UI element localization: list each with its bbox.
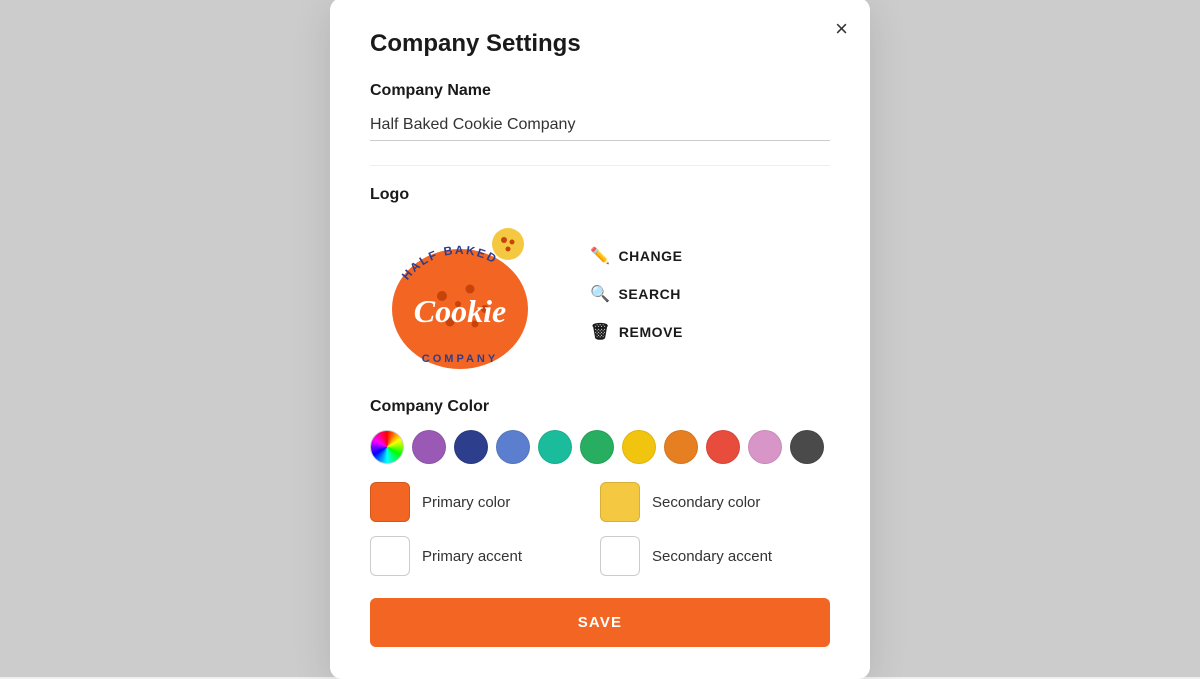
color-swatch-orange[interactable] [664, 430, 698, 464]
svg-text:COMPANY: COMPANY [422, 353, 498, 365]
color-swatch-purple[interactable] [412, 430, 446, 464]
primary-accent-box[interactable] [370, 536, 410, 576]
logo-actions: ✏️ CHANGE 🔍 SEARCH 🗑 REMOVE [590, 246, 683, 342]
svg-text:Cookie: Cookie [414, 293, 506, 329]
color-picker-row [370, 430, 830, 464]
logo-section-label: Logo [370, 186, 830, 204]
company-settings-modal: × Company Settings Company Name Logo [330, 0, 870, 679]
color-accent-row: Primary accent Secondary accent [370, 536, 830, 576]
logo-section: Cookie HALF BAKED [370, 214, 830, 374]
save-button[interactable]: SAVE [370, 598, 830, 647]
primary-color-item: Primary color [370, 482, 600, 522]
secondary-accent-item: Secondary accent [600, 536, 830, 576]
secondary-color-label: Secondary color [652, 494, 760, 511]
primary-accent-item: Primary accent [370, 536, 600, 576]
modal-title: Company Settings [370, 30, 830, 58]
primary-accent-label: Primary accent [422, 548, 522, 565]
remove-logo-button[interactable]: 🗑 REMOVE [590, 322, 683, 342]
search-logo-label: SEARCH [618, 286, 680, 302]
company-color-label: Company Color [370, 398, 830, 416]
color-swatch-pink[interactable] [748, 430, 782, 464]
color-swatch-dark-blue[interactable] [454, 430, 488, 464]
secondary-accent-box[interactable] [600, 536, 640, 576]
remove-logo-label: REMOVE [619, 324, 683, 340]
change-logo-button[interactable]: ✏️ CHANGE [590, 246, 683, 266]
color-swatch-rainbow[interactable] [370, 430, 404, 464]
color-swatch-dark-gray[interactable] [790, 430, 824, 464]
color-swatch-red[interactable] [706, 430, 740, 464]
change-logo-label: CHANGE [618, 248, 682, 264]
color-swatch-medium-blue[interactable] [496, 430, 530, 464]
pencil-icon: ✏️ [590, 246, 610, 266]
secondary-color-item: Secondary color [600, 482, 830, 522]
color-swatch-yellow[interactable] [622, 430, 656, 464]
close-button[interactable]: × [835, 18, 848, 40]
primary-color-label: Primary color [422, 494, 510, 511]
search-logo-button[interactable]: 🔍 SEARCH [590, 284, 683, 304]
logo-image: Cookie HALF BAKED [370, 214, 550, 374]
color-swatch-green[interactable] [580, 430, 614, 464]
trash-icon: 🗑 [590, 322, 611, 342]
company-name-label: Company Name [370, 82, 830, 100]
logo-image-area: Cookie HALF BAKED [370, 214, 550, 374]
primary-color-box[interactable] [370, 482, 410, 522]
section-divider [370, 165, 830, 166]
modal-overlay: × Company Settings Company Name Logo [0, 0, 1200, 677]
color-labels-row: Primary color Secondary color [370, 482, 830, 522]
search-icon: 🔍 [590, 284, 610, 304]
company-name-input[interactable] [370, 110, 830, 141]
secondary-color-box[interactable] [600, 482, 640, 522]
secondary-accent-label: Secondary accent [652, 548, 772, 565]
color-swatch-teal[interactable] [538, 430, 572, 464]
